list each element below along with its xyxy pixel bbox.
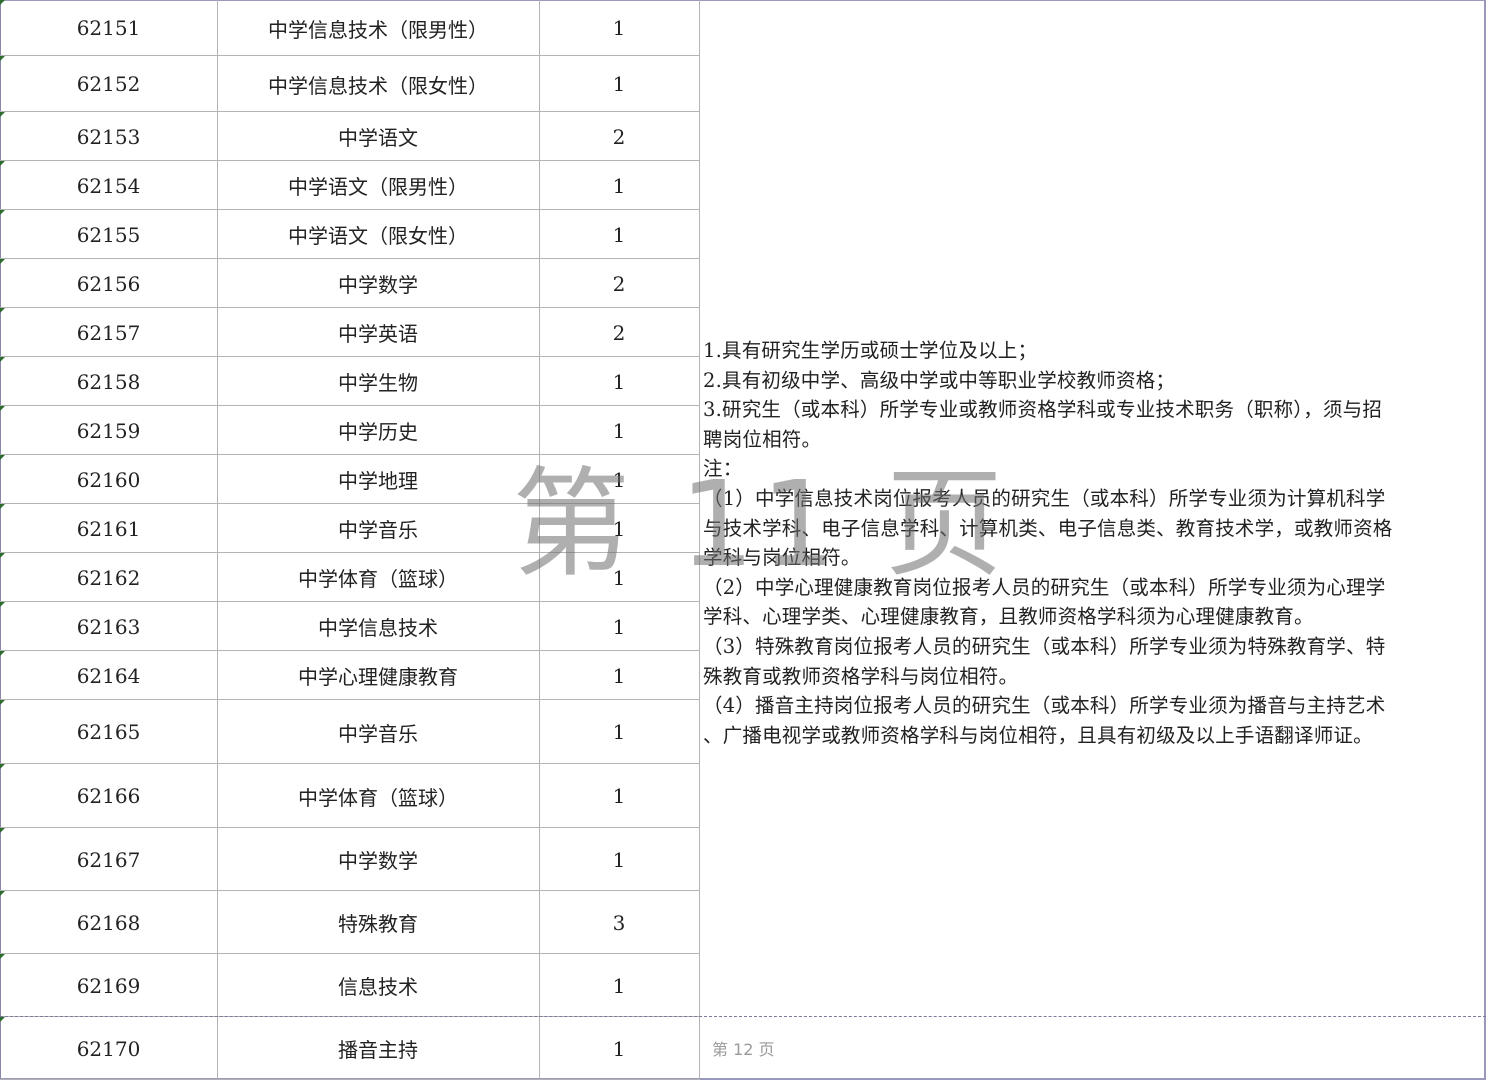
position-name-cell[interactable]: 中学数学 <box>217 259 539 308</box>
headcount-cell[interactable]: 1 <box>539 954 699 1017</box>
requirement-line: 2.具有初级中学、高级中学或中等职业学校教师资格； <box>703 368 1176 392</box>
headcount-cell[interactable]: 1 <box>539 0 699 56</box>
position-name-cell[interactable]: 中学英语 <box>217 308 539 357</box>
requirement-line: （1）中学信息技术岗位报考人员的研究生（或本科）所学专业须为计算机科学 <box>703 486 1386 510</box>
position-code-cell[interactable]: 62153 <box>0 112 217 161</box>
requirement-line: 与技术学科、电子信息学科、计算机类、电子信息类、教育技术学，或教师资格 <box>703 516 1393 540</box>
position-code-cell[interactable]: 62170 <box>0 1017 217 1080</box>
requirement-line: 学科、心理学类、心理健康教育，且教师资格学科须为心理健康教育。 <box>703 605 1314 629</box>
headcount-cell[interactable]: 1 <box>539 764 699 828</box>
position-code-cell[interactable]: 62169 <box>0 954 217 1017</box>
position-name-cell[interactable]: 中学语文（限女性） <box>217 210 539 259</box>
column-divider <box>699 0 700 1080</box>
position-code-cell[interactable]: 62157 <box>0 308 217 357</box>
position-name-cell[interactable]: 特殊教育 <box>217 891 539 954</box>
position-code-cell[interactable]: 62168 <box>0 891 217 954</box>
headcount-cell[interactable]: 1 <box>539 651 699 700</box>
requirement-line: 1.具有研究生学历或硕士学位及以上； <box>703 339 1038 362</box>
position-code-cell[interactable]: 62154 <box>0 161 217 210</box>
requirement-line: 殊教育或教师资格学科与岗位相符。 <box>703 664 1019 688</box>
headcount-cell[interactable]: 2 <box>539 308 699 357</box>
position-name-cell[interactable]: 中学体育（篮球） <box>217 764 539 828</box>
requirement-line: （4）播音主持岗位报考人员的研究生（或本科）所学专业须为播音与主持艺术 <box>703 694 1386 718</box>
position-name-cell[interactable]: 中学地理 <box>217 455 539 504</box>
requirement-line: 、广播电视学或教师资格学科与岗位相符，且具有初级及以上手语翻译师证。 <box>703 723 1373 747</box>
position-code-cell[interactable]: 62159 <box>0 406 217 455</box>
headcount-cell[interactable]: 1 <box>539 1017 699 1080</box>
position-name-cell[interactable]: 中学心理健康教育 <box>217 651 539 700</box>
headcount-cell[interactable]: 1 <box>539 602 699 651</box>
headcount-cell[interactable]: 1 <box>539 357 699 406</box>
requirement-line: 学科与岗位相符。 <box>703 546 861 570</box>
requirement-line: 3.研究生（或本科）所学专业或教师资格学科或专业技术职务（职称），须与招 <box>703 398 1383 422</box>
headcount-cell[interactable]: 1 <box>539 161 699 210</box>
position-code-cell[interactable]: 62161 <box>0 504 217 553</box>
headcount-cell[interactable]: 1 <box>539 406 699 455</box>
headcount-cell[interactable]: 1 <box>539 504 699 553</box>
position-code-cell[interactable]: 62166 <box>0 764 217 828</box>
position-code-cell[interactable]: 62164 <box>0 651 217 700</box>
position-name-cell[interactable]: 中学信息技术 <box>217 602 539 651</box>
headcount-cell[interactable]: 1 <box>539 553 699 602</box>
position-code-cell[interactable]: 62152 <box>0 56 217 112</box>
position-name-cell[interactable]: 中学生物 <box>217 357 539 406</box>
requirement-line: 聘岗位相符。 <box>703 427 822 451</box>
position-name-cell[interactable]: 中学语文 <box>217 112 539 161</box>
headcount-cell[interactable]: 1 <box>539 455 699 504</box>
position-code-cell[interactable]: 62167 <box>0 828 217 891</box>
position-name-cell[interactable]: 中学历史 <box>217 406 539 455</box>
requirements-text: 1.具有研究生学历或硕士学位及以上； 2.具有初级中学、高级中学或中等职业学校教… <box>703 336 1483 750</box>
headcount-cell[interactable]: 3 <box>539 891 699 954</box>
page-number-label: 第 12 页 <box>712 1040 775 1059</box>
position-code-cell[interactable]: 62158 <box>0 357 217 406</box>
position-name-cell[interactable]: 播音主持 <box>217 1017 539 1080</box>
headcount-cell[interactable]: 1 <box>539 828 699 891</box>
spreadsheet-page: 62151 中学信息技术（限男性） 1 62152 中学信息技术（限女性） 1 62153 中… <box>0 0 1486 1080</box>
position-name-cell[interactable]: 中学音乐 <box>217 504 539 553</box>
requirement-line: （3）特殊教育岗位报考人员的研究生（或本科）所学专业须为特殊教育学、特 <box>703 634 1386 658</box>
position-name-cell[interactable]: 信息技术 <box>217 954 539 1017</box>
position-code-cell[interactable]: 62165 <box>0 700 217 764</box>
position-code-cell[interactable]: 62162 <box>0 553 217 602</box>
position-name-cell[interactable]: 中学信息技术（限男性） <box>217 0 539 56</box>
page-break-line <box>0 1016 1486 1017</box>
position-code-cell[interactable]: 62155 <box>0 210 217 259</box>
position-name-cell[interactable]: 中学数学 <box>217 828 539 891</box>
position-name-cell[interactable]: 中学音乐 <box>217 700 539 764</box>
position-code-cell[interactable]: 62156 <box>0 259 217 308</box>
position-code-cell[interactable]: 62151 <box>0 0 217 56</box>
headcount-cell[interactable]: 1 <box>539 56 699 112</box>
position-code-cell[interactable]: 62163 <box>0 602 217 651</box>
requirement-line: （2）中学心理健康教育岗位报考人员的研究生（或本科）所学专业须为心理学 <box>703 575 1386 599</box>
position-name-cell[interactable]: 中学信息技术（限女性） <box>217 56 539 112</box>
headcount-cell[interactable]: 2 <box>539 112 699 161</box>
headcount-cell[interactable]: 1 <box>539 700 699 764</box>
position-code-cell[interactable]: 62160 <box>0 455 217 504</box>
position-name-cell[interactable]: 中学语文（限男性） <box>217 161 539 210</box>
headcount-cell[interactable]: 1 <box>539 210 699 259</box>
headcount-cell[interactable]: 2 <box>539 259 699 308</box>
requirement-line: 注： <box>703 457 743 481</box>
position-name-cell[interactable]: 中学体育（篮球） <box>217 553 539 602</box>
